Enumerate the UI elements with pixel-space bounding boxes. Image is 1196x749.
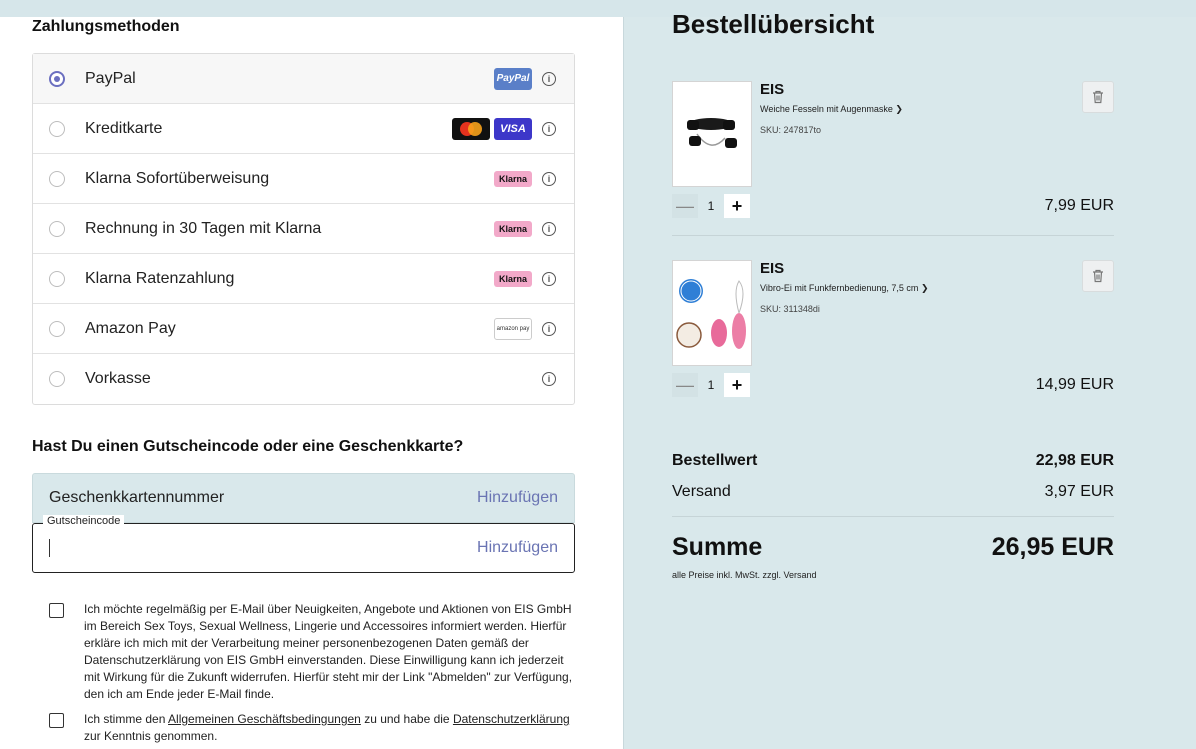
terms-checkbox[interactable] (49, 713, 64, 728)
payment-methods-title: Zahlungsmethoden (32, 18, 180, 35)
payment-label: Amazon Pay (85, 319, 176, 337)
amazon-pay-logo-icon: amazon pay (494, 317, 532, 340)
payment-label: Kreditkarte (85, 119, 163, 137)
payment-method-list: PayPal PayPal i Kreditkarte VISA i Klarn… (32, 53, 575, 405)
item-name: Vibro-Ei mit Funkfernbedienung, 7,5 cm (760, 283, 919, 293)
radio-klarna-invoice[interactable] (49, 220, 65, 237)
trash-icon (1093, 90, 1103, 104)
item-name-link[interactable]: Weiche Fesseln mit Augenmaske ❯ (760, 104, 903, 115)
info-icon[interactable]: i (542, 221, 556, 236)
summary-divider (672, 516, 1114, 517)
info-icon[interactable]: i (542, 372, 556, 386)
total-label: Summe (672, 533, 763, 561)
visa-logo-icon: VISA (494, 117, 532, 140)
payment-option-klarna-invoice[interactable]: Rechnung in 30 Tagen mit Klarna Klarna i (33, 204, 574, 254)
terms-consent-text: Ich stimme den Allgemeinen Geschäftsbedi… (84, 711, 570, 745)
shipping-row: Versand 3,97 EUR (672, 483, 1114, 501)
order-overview-panel: Bestellübersicht EIS Weiche Fesseln mit … (623, 9, 1196, 749)
chevron-right-icon: ❯ (895, 104, 903, 114)
remove-item-button[interactable] (1082, 81, 1114, 113)
total-value: 26,95 EUR (991, 533, 1114, 561)
payment-option-vorkasse[interactable]: Vorkasse i (33, 354, 574, 404)
product-image[interactable] (672, 81, 752, 187)
item-sku: SKU: 247817to (760, 125, 822, 135)
item-price: 14,99 EUR (1035, 376, 1114, 393)
mastercard-logo-icon (452, 117, 490, 140)
gift-card-add-button[interactable]: Hinzufügen (477, 489, 558, 507)
decrease-quantity-button[interactable]: — (672, 373, 698, 397)
radio-vorkasse[interactable] (49, 371, 65, 387)
klarna-logo-icon: Klarna (494, 270, 532, 287)
klarna-logo-icon: Klarna (494, 220, 532, 237)
voucher-title: Hast Du einen Gutscheincode oder eine Ge… (32, 438, 464, 455)
quantity-stepper: — 1 + (672, 194, 750, 218)
trash-icon (1093, 269, 1103, 283)
coupon-add-button[interactable]: Hinzufügen (477, 539, 558, 557)
item-sku: SKU: 311348di (760, 304, 820, 314)
payment-option-paypal[interactable]: PayPal PayPal i (33, 54, 574, 104)
tax-note: alle Preise inkl. MwSt. zzgl. Versand (672, 570, 817, 580)
chevron-right-icon: ❯ (920, 283, 929, 293)
item-brand: EIS (760, 260, 785, 277)
radio-paypal[interactable] (49, 70, 65, 87)
quantity-value: 1 (707, 199, 715, 213)
payment-option-amazonpay[interactable]: Amazon Pay amazon pay i (33, 304, 574, 354)
quantity-value: 1 (707, 378, 715, 392)
radio-creditcard[interactable] (49, 120, 65, 137)
info-icon[interactable]: i (542, 171, 556, 186)
order-overview-title: Bestellübersicht (672, 9, 875, 39)
klarna-logo-icon: Klarna (494, 170, 532, 187)
paypal-logo-icon: PayPal (494, 67, 532, 90)
shipping-value: 3,97 EUR (1044, 483, 1114, 500)
checkout-left-column: Zahlungsmethoden PayPal PayPal i Kreditk… (0, 17, 623, 749)
payment-option-klarna-installment[interactable]: Klarna Ratenzahlung Klarna i (33, 254, 574, 304)
payment-label: Rechnung in 30 Tagen mit Klarna (85, 219, 322, 237)
quantity-stepper: — 1 + (672, 373, 750, 397)
info-icon[interactable]: i (542, 271, 556, 286)
terms-text-mid: zu und habe die (360, 712, 453, 726)
increase-quantity-button[interactable]: + (724, 373, 750, 397)
radio-amazonpay[interactable] (49, 320, 65, 337)
coupon-field: Gutscheincode Hinzufügen (32, 515, 575, 573)
newsletter-checkbox[interactable] (49, 603, 64, 618)
coupon-input[interactable] (49, 539, 478, 557)
radio-klarna-installment[interactable] (49, 270, 65, 287)
terms-consent: Ich stimme den Allgemeinen Geschäftsbedi… (49, 711, 579, 745)
terms-text-prefix: Ich stimme den (84, 712, 169, 726)
item-price: 7,99 EUR (1044, 197, 1114, 214)
gift-card-label: Geschenkkartennummer (49, 489, 225, 506)
subtotal-label: Bestellwert (672, 452, 758, 469)
info-icon[interactable]: i (542, 321, 556, 336)
decrease-quantity-button[interactable]: — (672, 194, 698, 218)
payment-label: Klarna Sofortüberweisung (85, 169, 270, 187)
terms-text-suffix: zur Kenntnis genommen. (84, 729, 218, 743)
payment-option-klarna-sofort[interactable]: Klarna Sofortüberweisung Klarna i (33, 154, 574, 204)
increase-quantity-button[interactable]: + (724, 194, 750, 218)
info-icon[interactable]: i (542, 121, 556, 136)
payment-label: PayPal (85, 69, 136, 87)
payment-label: Klarna Ratenzahlung (85, 269, 235, 287)
shipping-label: Versand (672, 483, 731, 500)
item-brand: EIS (760, 81, 785, 98)
total-row: Summe 26,95 EUR (672, 533, 1114, 562)
cart-item: EIS Weiche Fesseln mit Augenmaske ❯ SKU:… (672, 81, 1114, 221)
item-name: Weiche Fesseln mit Augenmaske (760, 104, 893, 114)
top-bar (0, 0, 1196, 17)
payment-label: Vorkasse (85, 370, 151, 387)
payment-option-creditcard[interactable]: Kreditkarte VISA i (33, 104, 574, 154)
remove-item-button[interactable] (1082, 260, 1114, 292)
item-name-link[interactable]: Vibro-Ei mit Funkfernbedienung, 7,5 cm ❯ (760, 283, 928, 294)
product-image[interactable] (672, 260, 752, 366)
privacy-link[interactable]: Datenschutzerklärung (453, 712, 570, 726)
info-icon[interactable]: i (542, 71, 556, 86)
cart-item: EIS Vibro-Ei mit Funkfernbedienung, 7,5 … (672, 260, 1114, 400)
terms-link[interactable]: Allgemeinen Geschäftsbedingungen (168, 712, 361, 726)
subtotal-row: Bestellwert 22,98 EUR (672, 452, 1114, 470)
subtotal-value: 22,98 EUR (1035, 452, 1114, 469)
radio-klarna-sofort[interactable] (49, 170, 65, 187)
item-divider (672, 235, 1114, 236)
newsletter-consent-text: Ich möchte regelmäßig per E-Mail über Ne… (84, 602, 573, 701)
newsletter-consent: Ich möchte regelmäßig per E-Mail über Ne… (49, 601, 579, 703)
coupon-legend: Gutscheincode (43, 515, 125, 527)
